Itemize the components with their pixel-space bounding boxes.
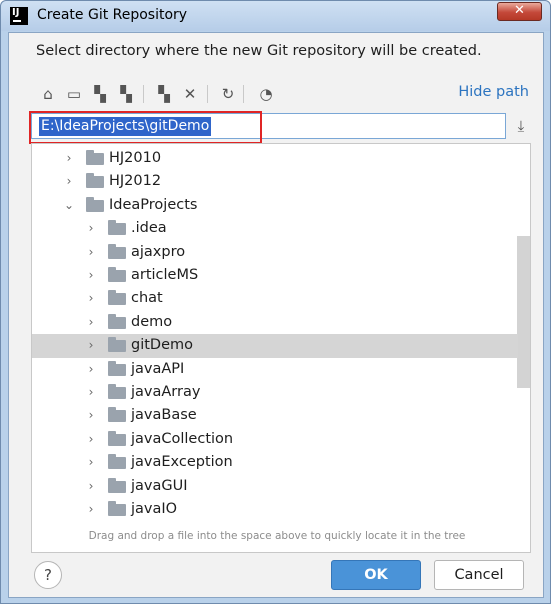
tree-item[interactable]: › javaCollection	[32, 428, 518, 451]
tree-item[interactable]: › javaException	[32, 451, 518, 474]
folder-icon	[86, 173, 104, 189]
ok-button[interactable]: OK	[331, 560, 421, 590]
tree-item[interactable]: › javaBase	[32, 404, 518, 427]
tree-scrollbar[interactable]	[517, 144, 530, 552]
tree-item[interactable]: › javaIO	[32, 498, 518, 521]
folder-icon	[108, 384, 126, 399]
file-chooser-toolbar: ⌂ ▭ ▚ ▚ ▚ ✕ ↻ ◔	[37, 83, 517, 105]
dialog-description: Select directory where the new Git repos…	[36, 43, 482, 59]
tree-item-label: ajaxpro	[131, 243, 186, 260]
tree-item[interactable]: › javaGUI	[32, 475, 518, 498]
chevron-right-icon[interactable]: ›	[84, 311, 98, 334]
home-icon[interactable]: ⌂	[37, 83, 59, 105]
chevron-right-icon[interactable]: ›	[84, 217, 98, 240]
hide-path-link[interactable]: Hide path	[458, 84, 529, 100]
tree-scrollbar-thumb[interactable]	[517, 236, 530, 388]
chevron-right-icon[interactable]: ›	[84, 404, 98, 427]
tree-item-label: javaCollection	[131, 430, 234, 447]
chevron-right-icon[interactable]: ›	[84, 451, 98, 474]
tree-item-label: javaIO	[131, 501, 178, 517]
refresh-icon[interactable]: ↻	[217, 83, 239, 105]
dialog-window: IJ Create Git Repository ✕ Select direct…	[0, 0, 551, 604]
folder-icon	[108, 313, 126, 329]
module-folder-icon[interactable]: ▚	[115, 83, 137, 105]
dialog-content: Select directory where the new Git repos…	[8, 32, 544, 598]
folder-icon	[108, 337, 126, 353]
chevron-right-icon[interactable]: ›	[84, 428, 98, 451]
chevron-right-icon[interactable]: ›	[84, 264, 98, 287]
tree-item-label: HJ2010	[109, 150, 162, 166]
chevron-right-icon[interactable]: ›	[84, 475, 98, 498]
close-button[interactable]: ✕	[497, 2, 542, 21]
folder-icon	[108, 430, 126, 446]
tree-item[interactable]: › ajaxpro	[32, 241, 518, 264]
folder-icon	[108, 477, 126, 493]
tree-item-label: javaArray	[131, 384, 201, 400]
tree-item-label: javaAPI	[131, 360, 185, 377]
path-input[interactable]: E:\IdeaProjects\gitDemo	[31, 113, 506, 139]
intellij-app-icon: IJ	[10, 7, 28, 25]
chevron-right-icon[interactable]: ›	[84, 358, 98, 381]
folder-icon	[108, 267, 126, 282]
chevron-down-icon[interactable]: ⌄	[62, 194, 76, 217]
chevron-right-icon[interactable]: ›	[62, 147, 76, 170]
folder-icon	[108, 290, 126, 306]
tree-item[interactable]: › HJ2012	[32, 170, 518, 193]
tree-item-label: .idea	[131, 220, 167, 237]
chevron-right-icon[interactable]: ›	[84, 381, 98, 404]
title-bar[interactable]: IJ Create Git Repository ✕	[1, 1, 550, 31]
drag-drop-hint: Drag and drop a file into the space abov…	[88, 530, 466, 542]
tree-item[interactable]: › HJ2010	[32, 147, 518, 170]
toolbar-separator	[243, 85, 244, 103]
folder-icon	[108, 454, 126, 470]
tree-item[interactable]: › articleMS	[32, 264, 518, 287]
tree-item-label: demo	[131, 313, 173, 330]
window-title: Create Git Repository	[37, 7, 188, 23]
folder-icon	[108, 501, 126, 516]
directory-tree[interactable]: › HJ2010 › HJ2012 ⌄ IdeaProjects › .idea › ajaxpr…	[31, 143, 531, 553]
tree-item[interactable]: › javaArray	[32, 381, 518, 404]
tree-item-label: HJ2012	[109, 173, 162, 190]
project-folder-icon[interactable]: ▚	[89, 83, 111, 105]
path-input-value: E:\IdeaProjects\gitDemo	[39, 117, 212, 136]
chevron-right-icon[interactable]: ›	[62, 170, 76, 193]
tree-item-label: IdeaProjects	[109, 196, 198, 213]
cancel-button[interactable]: Cancel	[434, 560, 524, 590]
tree-item-label: javaBase	[131, 407, 197, 424]
show-hidden-icon[interactable]: ◔	[255, 83, 277, 105]
tree-item[interactable]: › demo	[32, 311, 518, 334]
tree-item[interactable]: › gitDemo	[32, 334, 518, 358]
toolbar-separator	[207, 85, 208, 103]
tree-item-label: javaGUI	[131, 477, 188, 494]
tree-item[interactable]: ⌄ IdeaProjects	[32, 194, 518, 217]
folder-icon	[108, 243, 126, 259]
folder-icon	[108, 407, 126, 423]
tree-item-label: gitDemo	[131, 337, 194, 354]
tree-item-label: chat	[131, 290, 163, 307]
desktop-icon[interactable]: ▭	[63, 83, 85, 105]
help-button[interactable]: ?	[34, 561, 62, 589]
tree-item-label: articleMS	[131, 267, 199, 283]
new-folder-icon[interactable]: ▚	[153, 83, 175, 105]
folder-icon	[108, 360, 126, 376]
folder-icon	[86, 150, 104, 165]
folder-icon	[108, 220, 126, 236]
delete-icon[interactable]: ✕	[179, 83, 201, 105]
toolbar-separator	[143, 85, 144, 103]
chevron-right-icon[interactable]: ›	[84, 334, 98, 357]
tree-item-label: javaException	[131, 454, 233, 471]
chevron-right-icon[interactable]: ›	[84, 498, 98, 521]
chevron-right-icon[interactable]: ›	[84, 241, 98, 264]
tree-item[interactable]: › chat	[32, 287, 518, 310]
download-icon[interactable]: ⤓	[512, 117, 530, 137]
folder-icon	[86, 196, 104, 212]
tree-item[interactable]: › javaAPI	[32, 358, 518, 381]
chevron-right-icon[interactable]: ›	[84, 287, 98, 310]
tree-item[interactable]: › .idea	[32, 217, 518, 240]
